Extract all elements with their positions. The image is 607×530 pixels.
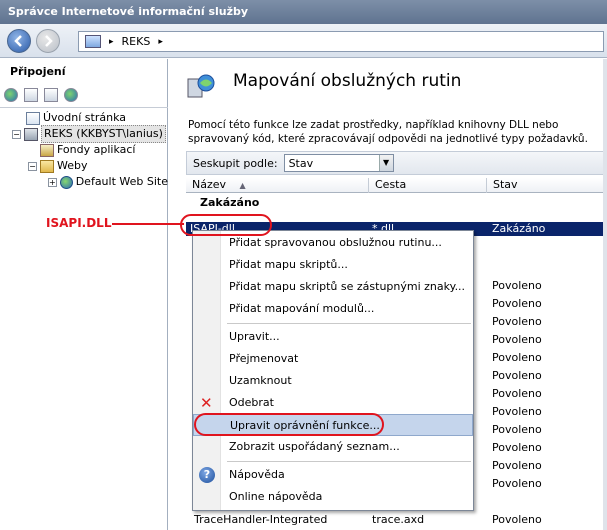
folder-icon: [40, 159, 54, 173]
group-by-select[interactable]: Stav ▼: [283, 154, 394, 172]
address-bar: ▸ REKS ▸: [0, 24, 607, 58]
menu-separator: [227, 323, 471, 324]
page-title: Mapování obslužných rutin: [233, 71, 462, 91]
arrow-right-icon: [45, 35, 53, 47]
annotation-arrow: [112, 223, 184, 225]
start-page-icon: [26, 111, 40, 125]
expand-icon[interactable]: +: [48, 177, 57, 187]
disconnect-icon[interactable]: [64, 88, 78, 102]
handler-mappings-icon: [187, 74, 215, 98]
address-field[interactable]: ▸ REKS ▸: [78, 31, 604, 52]
chevron-down-icon[interactable]: ▼: [378, 155, 393, 171]
menu-item-remove[interactable]: ✕ Odebrat: [193, 392, 473, 414]
back-button[interactable]: [7, 29, 31, 53]
collapse-icon[interactable]: −: [28, 161, 37, 171]
tree-item-app-pools[interactable]: Fondy aplikací: [0, 142, 168, 158]
remove-icon: ✕: [200, 394, 213, 412]
sort-asc-icon: ▲: [239, 181, 246, 190]
window-title: Správce Internetové informační služby: [0, 0, 607, 24]
annotation-highlight-row: [180, 214, 272, 236]
tree-item-default-web-site[interactable]: + Default Web Site: [0, 174, 168, 190]
menu-item-lock[interactable]: Uzamknout: [193, 370, 473, 392]
annotation-highlight-menu-item: [194, 413, 384, 436]
connections-panel: Připojení Úvodní stránka − REKS (KKBYST\…: [0, 59, 168, 530]
table-row[interactable]: TraceHandler-Integrated trace.axd Povole…: [186, 511, 607, 529]
tree-item-server[interactable]: − REKS (KKBYST\lanius): [0, 125, 168, 143]
connections-toolbar: [4, 85, 78, 105]
breadcrumb-dropdown-icon[interactable]: ▸: [158, 37, 163, 47]
computer-icon: [85, 35, 101, 48]
table-header: Název ▲ Cesta Stav: [186, 178, 607, 193]
page-description: Pomocí této funkce lze zadat prostředky,…: [188, 119, 588, 145]
forward-button[interactable]: [36, 29, 60, 53]
globe-icon: [59, 175, 73, 189]
menu-item-view-ordered-list[interactable]: Zobrazit uspořádaný seznam...: [193, 436, 473, 458]
arrow-left-icon: [14, 35, 22, 47]
menu-item-help[interactable]: ? Nápověda: [193, 464, 473, 486]
menu-item-edit[interactable]: Upravit...: [193, 326, 473, 348]
vertical-scrollbar[interactable]: [603, 59, 607, 530]
tree-item-sites[interactable]: − Weby: [0, 158, 168, 174]
menu-item-add-module-mapping[interactable]: Přidat mapování modulů...: [193, 298, 473, 320]
connections-tree: Úvodní stránka − REKS (KKBYST\lanius) Fo…: [0, 107, 168, 190]
menu-item-rename[interactable]: Přejmenovat: [193, 348, 473, 370]
server-icon: [24, 127, 38, 141]
column-header-state[interactable]: Stav: [487, 178, 607, 193]
breadcrumb-item-reks[interactable]: REKS: [122, 35, 151, 48]
connect-icon[interactable]: [4, 88, 18, 102]
app-pool-icon: [40, 143, 54, 157]
column-header-name[interactable]: Název ▲: [186, 178, 369, 193]
column-header-path[interactable]: Cesta: [369, 178, 487, 193]
menu-item-online-help[interactable]: Online nápověda: [193, 486, 473, 508]
tree-item-start-page[interactable]: Úvodní stránka: [0, 110, 168, 126]
breadcrumb-separator-icon[interactable]: ▸: [109, 37, 114, 47]
menu-item-add-wildcard-script-map[interactable]: Přidat mapu skriptů se zástupnými znaky.…: [193, 276, 473, 298]
menu-separator: [227, 461, 471, 462]
context-menu: Přidat spravovanou obslužnou rutinu... P…: [192, 230, 474, 511]
menu-item-add-script-map[interactable]: Přidat mapu skriptů...: [193, 254, 473, 276]
group-by-label: Seskupit podle:: [193, 156, 278, 170]
connections-title: Připojení: [10, 65, 66, 78]
save-icon[interactable]: [24, 88, 38, 102]
group-header: Zakázáno: [200, 196, 260, 209]
help-icon: ?: [199, 467, 215, 483]
up-icon[interactable]: [44, 88, 58, 102]
collapse-icon[interactable]: −: [12, 129, 21, 139]
group-by-bar: Seskupit podle: Stav ▼: [186, 151, 607, 175]
annotation-label: ISAPI.DLL: [46, 216, 112, 230]
